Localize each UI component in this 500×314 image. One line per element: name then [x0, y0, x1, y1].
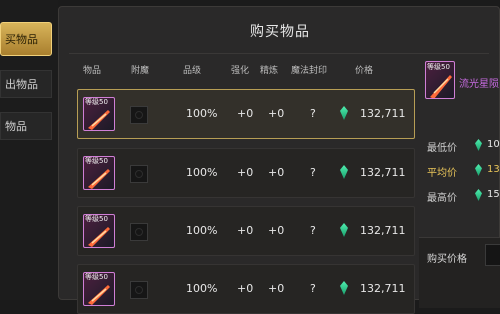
buy-price-label: 购买价格	[427, 254, 467, 265]
price-summary-panel: 等级50 流光星陨 最低价 10 平均价 13 最高价 15 购买价格	[419, 59, 500, 308]
buy-items-dialog: 购买物品 物品 附魔 品级 强化 精炼 魔法封印 价格 等级50 100% +0…	[58, 6, 500, 314]
item-icon: 等级50	[83, 156, 115, 190]
nav-buy-items[interactable]: 买物品	[0, 22, 52, 56]
enchant-slot	[130, 106, 148, 124]
price-value: 132,711	[360, 224, 406, 237]
side-nav: 买物品 出物品 物品	[0, 0, 58, 300]
col-header-quality: 品级	[183, 66, 202, 76]
quality-value: 100%	[186, 224, 218, 237]
max-price-value: 15	[487, 189, 500, 200]
price-value: 132,711	[360, 107, 406, 120]
col-header-enchant: 附魔	[131, 66, 150, 76]
selected-item-name: 流光星陨	[459, 79, 499, 90]
nav-items[interactable]: 物品	[0, 112, 52, 140]
item-icon: 等级50	[83, 272, 115, 306]
strengthen-value: +0	[237, 107, 254, 120]
col-header-seal: 魔法封印	[291, 66, 328, 76]
selected-item-icon: 等级50	[425, 61, 455, 99]
title-divider	[69, 53, 489, 54]
price-value: 132,711	[360, 166, 406, 179]
refine-value: +0	[268, 282, 285, 295]
seal-value: ?	[310, 224, 316, 237]
gem-icon	[340, 281, 348, 295]
gem-icon	[475, 164, 482, 176]
table-row[interactable]: 等级50 100% +0 +0 ? 132,711	[77, 89, 415, 139]
seal-value: ?	[310, 282, 316, 295]
avg-price-value: 13	[487, 164, 500, 175]
buy-price-input[interactable]	[485, 244, 500, 266]
buy-price-box: 购买价格	[419, 237, 500, 308]
min-price-label: 最低价	[427, 143, 457, 154]
item-icon: 等级50	[83, 97, 115, 131]
col-header-price: 价格	[355, 66, 374, 76]
table-row[interactable]: 等级50 100% +0 +0 ? 132,711	[77, 148, 415, 198]
col-header-strengthen: 强化	[231, 66, 250, 76]
listing-table: 物品 附魔 品级 强化 精炼 魔法封印 价格 等级50 100% +0 +0 ?…	[69, 59, 415, 314]
seal-value: ?	[310, 107, 316, 120]
enchant-slot	[130, 165, 148, 183]
quality-value: 100%	[186, 107, 218, 120]
refine-value: +0	[268, 224, 285, 237]
dialog-title: 购买物品	[250, 24, 310, 40]
min-price-value: 10	[487, 139, 500, 150]
avg-price-label: 平均价	[427, 168, 457, 179]
gem-icon	[340, 106, 348, 120]
quality-value: 100%	[186, 166, 218, 179]
quality-value: 100%	[186, 282, 218, 295]
gem-icon	[340, 223, 348, 237]
max-price-label: 最高价	[427, 193, 457, 204]
refine-value: +0	[268, 107, 285, 120]
strengthen-value: +0	[237, 224, 254, 237]
strengthen-value: +0	[237, 166, 254, 179]
col-header-item: 物品	[83, 66, 102, 76]
col-header-refine: 精炼	[260, 66, 279, 76]
gem-icon	[340, 165, 348, 179]
gem-icon	[475, 189, 482, 201]
enchant-slot	[130, 223, 148, 241]
refine-value: +0	[268, 166, 285, 179]
item-icon: 等级50	[83, 214, 115, 248]
enchant-slot	[130, 281, 148, 299]
table-row[interactable]: 等级50 100% +0 +0 ? 132,711	[77, 206, 415, 256]
nav-sell-items[interactable]: 出物品	[0, 70, 52, 98]
table-row[interactable]: 等级50 100% +0 +0 ? 132,711	[77, 264, 415, 314]
gem-icon	[475, 139, 482, 151]
price-value: 132,711	[360, 282, 406, 295]
seal-value: ?	[310, 166, 316, 179]
strengthen-value: +0	[237, 282, 254, 295]
